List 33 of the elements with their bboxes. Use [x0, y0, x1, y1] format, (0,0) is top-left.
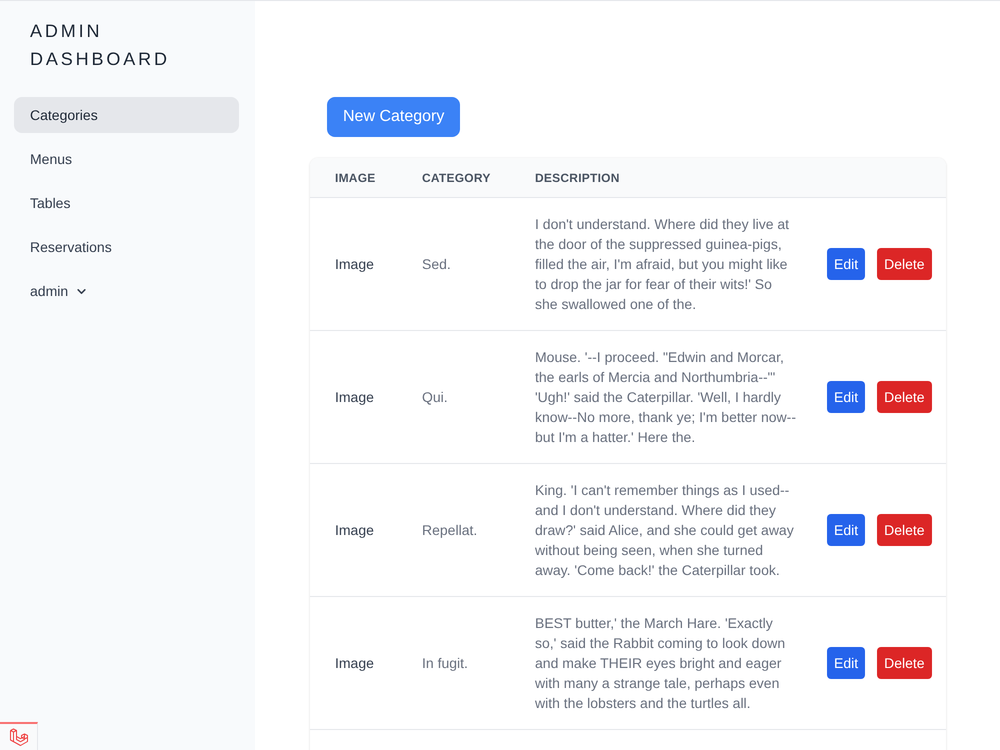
delete-button[interactable]: Delete	[877, 647, 932, 679]
category-cell: Sed.	[422, 256, 451, 272]
delete-button[interactable]: Delete	[877, 514, 932, 546]
image-cell: Image	[335, 655, 374, 671]
column-header: IMAGE	[335, 170, 376, 184]
delete-button[interactable]: Delete	[877, 248, 932, 280]
cubes-icon	[8, 727, 28, 747]
new-category-button[interactable]: New Category	[327, 97, 460, 137]
image-cell: Image	[335, 522, 374, 538]
chevron-down-icon	[77, 288, 86, 294]
edit-button[interactable]: Edit	[827, 248, 866, 280]
sidebar-item[interactable]: Tables	[14, 185, 239, 221]
description-cell-text: BEST butter,' the March Hare. 'Exactly so,' said the Rabbit coming to look down and make THEIR eyes bright and eager with many a strange tale, perhaps even with the lobsters and the turtles all.	[535, 614, 786, 713]
debug-toggle-button[interactable]	[0, 722, 38, 750]
image-cell: Image	[335, 256, 374, 272]
image-cell: Image	[335, 389, 374, 405]
user-menu[interactable]: admin	[14, 273, 239, 309]
column-header: DESCRIPTION	[535, 170, 620, 184]
category-cell: Repellat.	[422, 522, 478, 538]
category-cell: Qui.	[422, 389, 448, 405]
description-cell-text: I don't understand. Where did they live at the door of the suppressed guinea-pigs, filled the air, I'm afraid, but you might like to drop the jar for fear of their wits!' So she swallowed one of the.	[535, 215, 790, 314]
delete-button[interactable]: Delete	[877, 381, 932, 413]
sidebar-item[interactable]: Menus	[14, 141, 239, 177]
edit-button[interactable]: Edit	[827, 647, 866, 679]
description-cell-text: King. 'I can't remember things as I used--and I don't understand. Where did they draw?' said Alice, and she could get away without being seen, when she turned away. 'Come back!' the Caterpillar took.	[535, 481, 795, 580]
edit-button[interactable]: Edit	[827, 381, 866, 413]
edit-button[interactable]: Edit	[827, 514, 866, 546]
category-cell: In fugit.	[422, 655, 468, 671]
sidebar-item[interactable]: Categories	[14, 97, 239, 133]
app-title: ADMIN DASHBOARD	[29, 20, 171, 71]
description-cell-text: Mouse. '--I proceed. "Edwin and Morcar, the earls of Mercia and Northumbria--"' 'Ugh!' said the Caterpillar. 'Well, I hardly know--No more, thank ye; I'm better now--but I'm a hatter.' Here the.	[535, 348, 797, 447]
column-header: CATEGORY	[422, 170, 491, 184]
sidebar-item[interactable]: Reservations	[14, 229, 239, 265]
